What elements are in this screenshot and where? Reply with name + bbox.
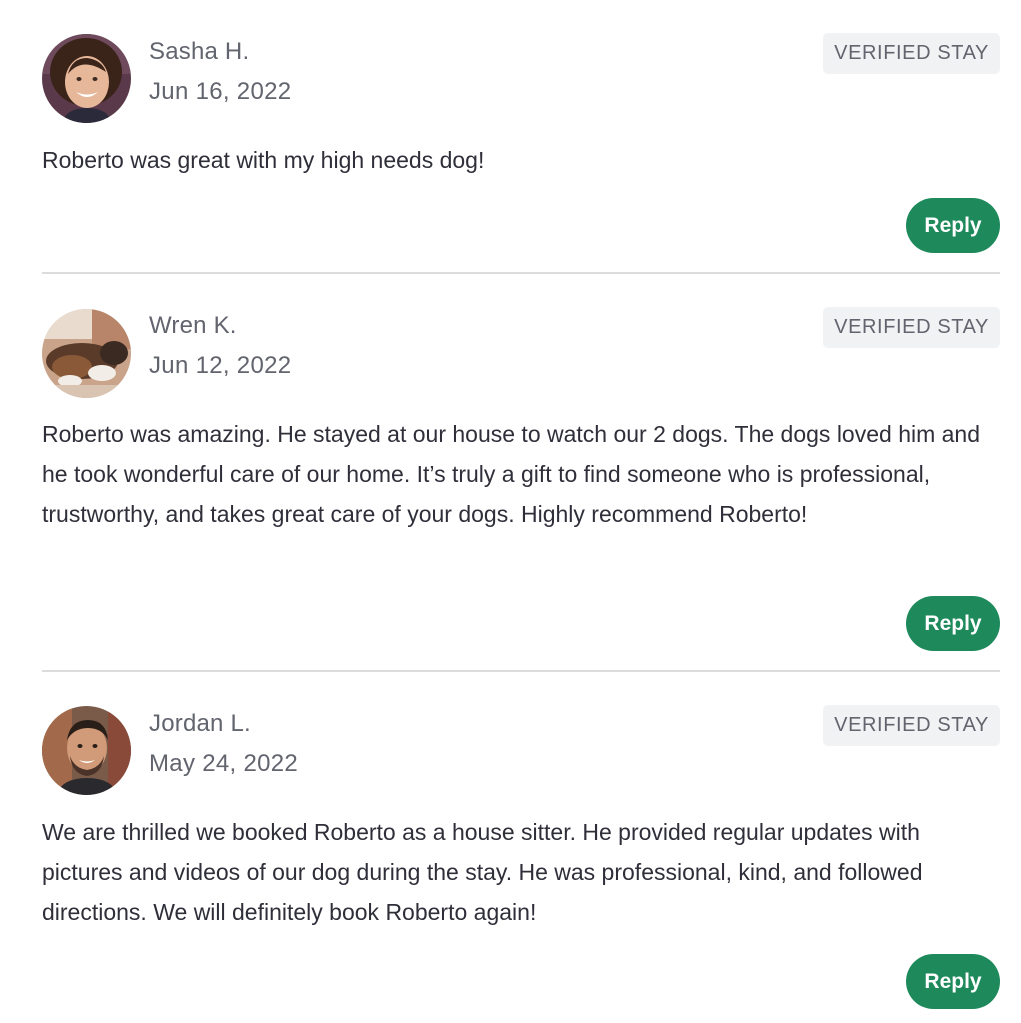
review-card: Wren K. Jun 12, 2022 VERIFIED STAY Rober… <box>42 274 1000 672</box>
reviewer-photo <box>42 706 131 795</box>
review-date: Jun 16, 2022 <box>149 78 292 105</box>
review-card: Jordan L. May 24, 2022 VERIFIED STAY We … <box>42 672 1000 1023</box>
avatar[interactable] <box>42 706 131 795</box>
reviewer-name: Sasha H. <box>149 38 250 65</box>
reply-button[interactable]: Reply <box>906 954 1000 1009</box>
verified-stay-badge: VERIFIED STAY <box>823 705 1000 746</box>
review-date: Jun 12, 2022 <box>149 352 292 379</box>
reviews-list: Sasha H. Jun 16, 2022 VERIFIED STAY Robe… <box>42 0 1000 1023</box>
verified-stay-badge: VERIFIED STAY <box>823 307 1000 348</box>
review-text: Roberto was great with my high needs dog… <box>42 147 485 173</box>
review-text: We are thrilled we booked Roberto as a h… <box>42 819 923 925</box>
review-text: Roberto was amazing. He stayed at our ho… <box>42 421 981 527</box>
review-date: May 24, 2022 <box>149 750 299 777</box>
avatar[interactable] <box>42 34 131 123</box>
review-card: Sasha H. Jun 16, 2022 VERIFIED STAY Robe… <box>42 0 1000 274</box>
verified-stay-badge: VERIFIED STAY <box>823 33 1000 74</box>
reviewer-photo <box>42 309 131 398</box>
reviewer-photo <box>42 34 131 123</box>
avatar[interactable] <box>42 309 131 398</box>
reply-button[interactable]: Reply <box>906 198 1000 253</box>
reviewer-name: Wren K. <box>149 312 237 339</box>
reply-button[interactable]: Reply <box>906 596 1000 651</box>
reviewer-name: Jordan L. <box>149 710 251 737</box>
